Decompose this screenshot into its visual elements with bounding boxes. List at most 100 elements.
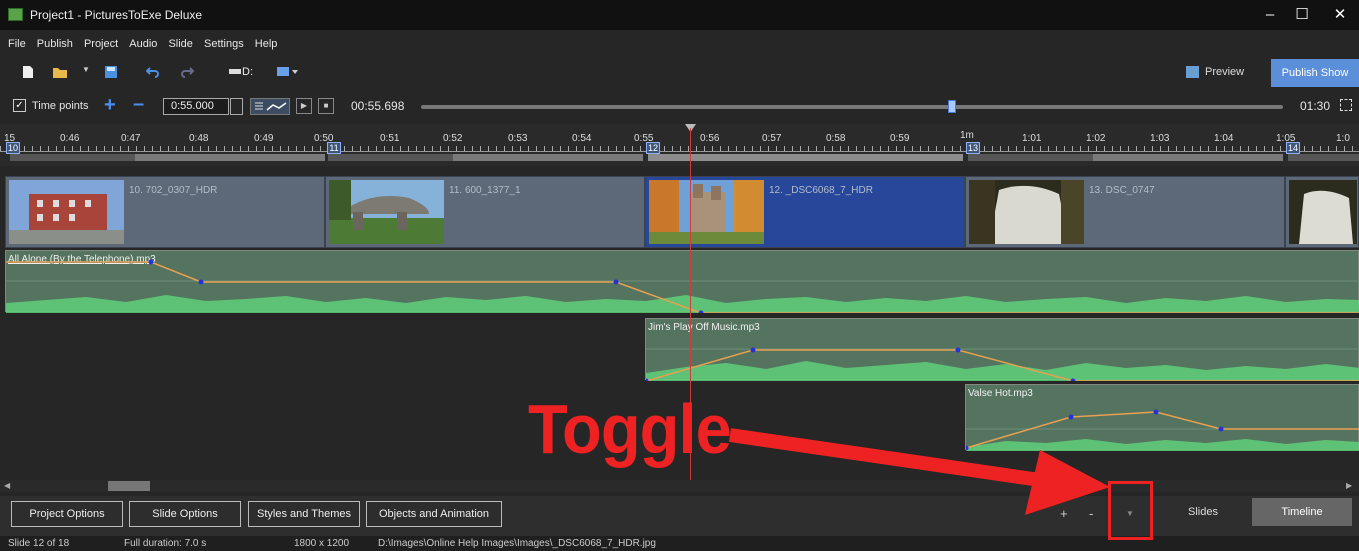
menu-file[interactable]: File <box>8 38 26 50</box>
slide-item[interactable]: 10. 702_0307_HDR <box>5 176 325 248</box>
tick-label: 0:48 <box>189 133 209 144</box>
open-dropdown-icon[interactable]: ▼ <box>82 65 98 79</box>
slide-name: 12. _DSC6068_7_HDR <box>769 185 873 196</box>
slide-number-marker[interactable]: 13 <box>966 142 980 154</box>
position-slider[interactable] <box>421 105 1283 109</box>
preview-label: Preview <box>1205 66 1245 78</box>
envelope-mode-icon[interactable] <box>250 98 290 115</box>
title-bar: Project1 - PicturesToExe Deluxe – ☐ ✕ <box>0 0 1359 30</box>
total-duration: 01:30 <box>1300 99 1331 113</box>
status-duration: Full duration: 7.0 s <box>124 538 207 549</box>
tick-label: 0:57 <box>762 133 782 144</box>
tick-label: 1m <box>960 130 974 141</box>
waterfall-thumbnail <box>1289 180 1357 244</box>
tick-label: 0:59 <box>890 133 910 144</box>
menu-settings[interactable]: Settings <box>204 38 244 50</box>
tick-label: 0:46 <box>60 133 80 144</box>
new-file-icon[interactable] <box>22 65 38 79</box>
transition-bar <box>968 154 1093 161</box>
redo-icon[interactable] <box>180 65 196 79</box>
audio-track[interactable]: All Alone (By the Telephone).mp3 <box>5 250 1359 313</box>
status-slide: Slide 12 of 18 <box>8 538 70 549</box>
save-icon[interactable] <box>104 65 120 79</box>
slide-duration-bar <box>135 154 325 161</box>
tick-label: 0:51 <box>380 133 400 144</box>
status-bar: Slide 12 of 18 Full duration: 7.0 s 1800… <box>0 536 1359 551</box>
slide-item[interactable]: 11. 600_1377_1 <box>325 176 645 248</box>
transition-bar <box>648 154 773 161</box>
menu-project[interactable]: Project <box>84 38 118 50</box>
open-folder-icon[interactable] <box>52 65 68 79</box>
menu-bar: File Publish Project Audio Slide Setting… <box>0 38 400 54</box>
ruler-line <box>0 151 1359 152</box>
annotation-highlight-box <box>1108 481 1153 540</box>
time-point-input[interactable]: 0:55.000 <box>163 98 229 115</box>
window-title: Project1 - PicturesToExe Deluxe <box>30 8 203 22</box>
slide-track: 10. 702_0307_HDR 11. 600_1377_1 12. _DSC… <box>0 176 1359 248</box>
scroll-left-icon[interactable]: ◀ <box>4 481 10 490</box>
slide-number-marker[interactable]: 14 <box>1286 142 1300 154</box>
display-mode-icon[interactable] <box>276 65 300 79</box>
slide-options-button[interactable]: Slide Options <box>129 501 241 527</box>
slide-number-marker[interactable]: 10 <box>6 142 20 154</box>
tick-label: 0:52 <box>443 133 463 144</box>
objects-and-animation-button[interactable]: Objects and Animation <box>366 501 502 527</box>
menu-help[interactable]: Help <box>255 38 278 50</box>
brick-building-thumbnail <box>9 180 124 244</box>
slide-number-marker[interactable]: 11 <box>327 142 341 154</box>
remove-time-point-icon[interactable]: – <box>133 93 144 116</box>
menu-publish[interactable]: Publish <box>37 38 73 50</box>
slide-duration-bar <box>1093 154 1283 161</box>
close-button[interactable]: ✕ <box>1325 2 1355 28</box>
project-options-button[interactable]: Project Options <box>11 501 123 527</box>
castle-autumn-thumbnail <box>649 180 764 244</box>
slide-item[interactable]: 13. DSC_0747 <box>965 176 1285 248</box>
undo-icon[interactable] <box>145 65 162 79</box>
fullscreen-icon[interactable] <box>1340 99 1352 111</box>
tick-label: 1:03 <box>1150 133 1170 144</box>
drive-label: D: <box>242 66 253 78</box>
tick-label: 0:47 <box>121 133 141 144</box>
timeline-ruler[interactable]: 15 0:46 0:47 0:48 0:49 0:50 0:51 0:52 0:… <box>0 124 1359 166</box>
tick-label: 0:49 <box>254 133 274 144</box>
tick-label: 0:53 <box>508 133 528 144</box>
tab-timeline[interactable]: Timeline <box>1252 498 1352 526</box>
timeline-scrollbar[interactable]: ◀ ▶ <box>0 480 1359 492</box>
slide-name: 13. DSC_0747 <box>1089 185 1155 196</box>
maximize-button[interactable]: ☐ <box>1287 2 1317 28</box>
tab-slides[interactable]: Slides <box>1158 498 1248 526</box>
publish-show-button[interactable]: Publish Show <box>1271 59 1359 87</box>
toolbar: ▼ D: <box>0 58 1359 88</box>
slide-name: 11. 600_1377_1 <box>449 185 521 196</box>
annotation-arrow <box>728 428 1110 515</box>
position-slider-knob[interactable] <box>948 100 956 113</box>
tick-label: 1:02 <box>1086 133 1106 144</box>
time-points-checkbox[interactable]: ✓ <box>13 99 26 112</box>
add-time-point-icon[interactable]: + <box>104 94 116 117</box>
time-controls: ✓ Time points + – 0:55.000 ▶ ■ 00:55.698… <box>0 93 1359 120</box>
waterfall-thumbnail <box>969 180 1084 244</box>
transition-bar <box>1288 154 1359 161</box>
stop-button[interactable]: ■ <box>318 98 334 114</box>
time-points-label: Time points <box>32 100 89 112</box>
slide-duration-bar <box>773 154 963 161</box>
app-icon <box>8 8 23 21</box>
menu-slide[interactable]: Slide <box>168 38 192 50</box>
slide-item[interactable] <box>1285 176 1359 248</box>
preview-button[interactable]: Preview <box>1178 61 1260 83</box>
scroll-right-icon[interactable]: ▶ <box>1346 481 1352 490</box>
menu-audio[interactable]: Audio <box>129 38 157 50</box>
scrollbar-thumb[interactable] <box>108 481 150 491</box>
bottom-panel: Project Options Slide Options Styles and… <box>0 496 1359 536</box>
styles-and-themes-button[interactable]: Styles and Themes <box>248 501 360 527</box>
slide-number-marker[interactable]: 12 <box>646 142 660 154</box>
audio-waveform <box>6 259 1359 313</box>
drive-icon[interactable]: D: <box>228 66 258 80</box>
time-spinner[interactable] <box>230 98 243 115</box>
transition-bar <box>328 154 453 161</box>
slide-item[interactable]: 12. _DSC6068_7_HDR <box>645 176 965 248</box>
preview-icon <box>1186 66 1199 79</box>
audio-track[interactable]: Jim's Play Off Music.mp3 <box>645 318 1359 381</box>
minimize-button[interactable]: – <box>1255 2 1285 28</box>
play-button[interactable]: ▶ <box>296 98 312 114</box>
